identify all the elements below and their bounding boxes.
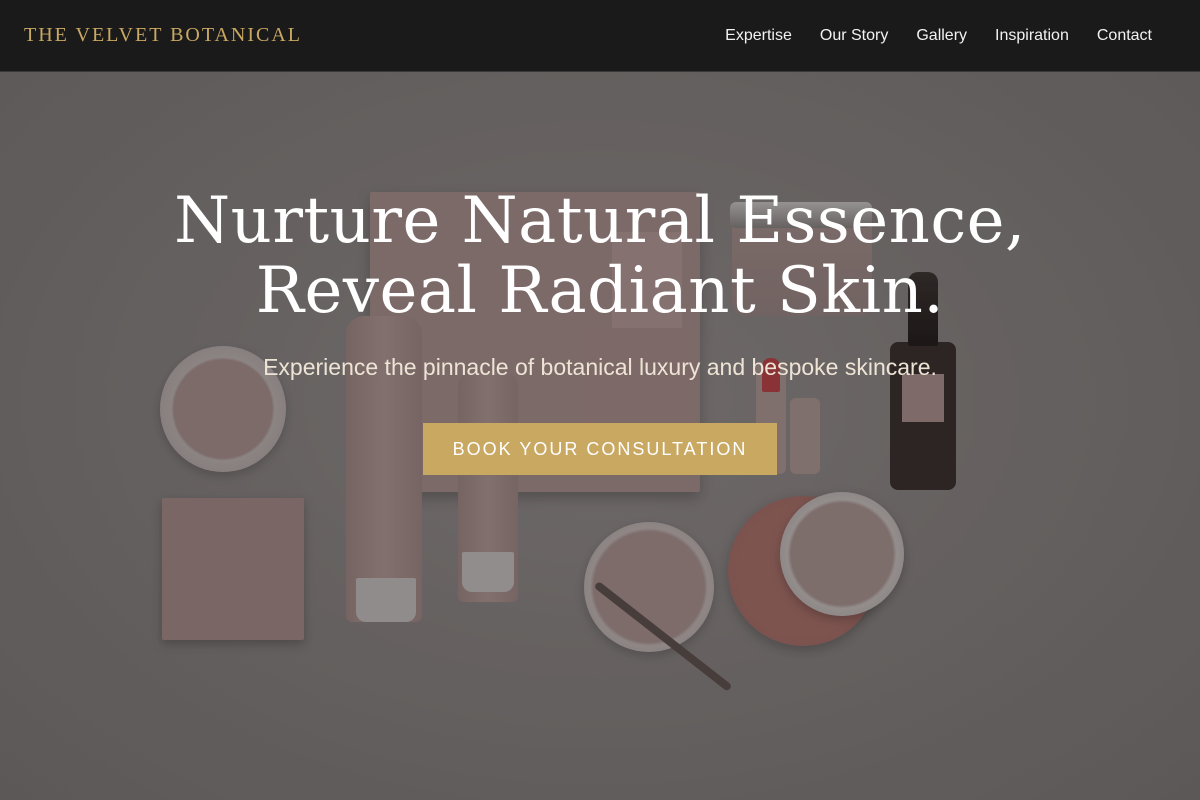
main-nav: Expertise Our Story Gallery Inspiration … <box>697 27 1176 45</box>
hero-title: Nurture Natural Essence, Reveal Radiant … <box>0 186 1200 326</box>
nav-link-our-story[interactable]: Our Story <box>820 27 888 45</box>
hero-title-line-1: Nurture Natural Essence, <box>174 184 1026 258</box>
nav-link-expertise[interactable]: Expertise <box>725 27 792 45</box>
nav-link-contact[interactable]: Contact <box>1097 27 1152 45</box>
nav-link-inspiration[interactable]: Inspiration <box>995 27 1069 45</box>
book-consultation-button[interactable]: BOOK YOUR CONSULTATION <box>423 423 777 475</box>
site-header: THE VELVET BOTANICAL Expertise Our Story… <box>0 0 1200 72</box>
hero-subtitle: Experience the pinnacle of botanical lux… <box>263 354 937 380</box>
brand-logo[interactable]: THE VELVET BOTANICAL <box>24 24 302 47</box>
hero-content: Nurture Natural Essence, Reveal Radiant … <box>0 186 1200 475</box>
hero-title-line-2: Reveal Radiant Skin. <box>255 254 945 328</box>
nav-link-gallery[interactable]: Gallery <box>916 27 967 45</box>
